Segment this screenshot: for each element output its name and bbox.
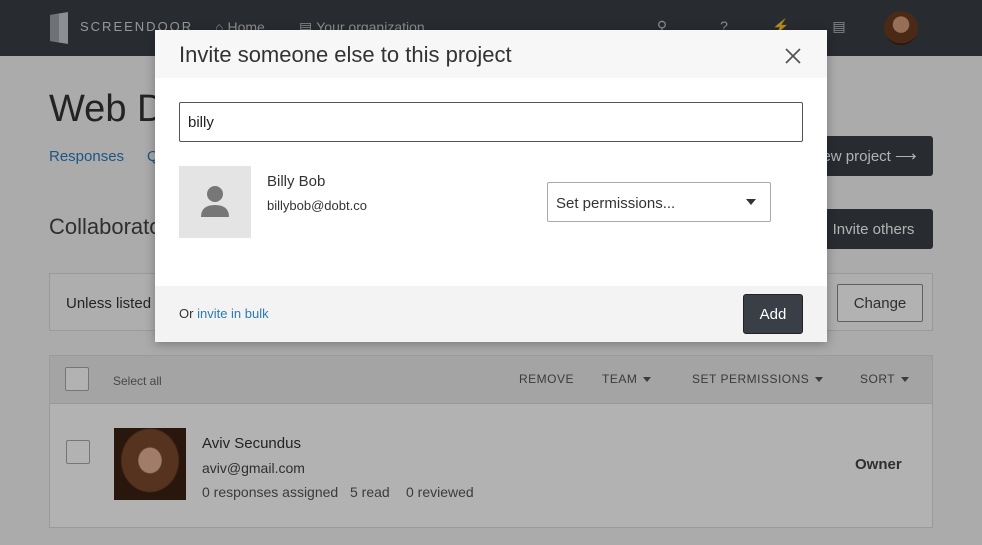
invite-in-bulk-link[interactable]: invite in bulk <box>197 306 269 321</box>
invite-modal: Invite someone else to this project Bill… <box>155 30 827 342</box>
person-icon <box>201 186 229 217</box>
result-email: billybob@dobt.co <box>267 198 367 213</box>
invite-search-input[interactable] <box>179 102 803 142</box>
close-icon[interactable] <box>779 42 807 70</box>
modal-title: Invite someone else to this project <box>179 42 512 67</box>
modal-footer: Or invite in bulk Add <box>155 286 827 342</box>
result-name: Billy Bob <box>267 173 326 190</box>
footer-or-label: Or <box>179 306 194 321</box>
result-avatar <box>179 166 251 238</box>
add-button[interactable]: Add <box>743 294 803 334</box>
permissions-select[interactable]: Set permissions... <box>547 182 771 222</box>
permissions-select-label: Set permissions... <box>556 195 676 212</box>
chevron-down-icon <box>746 199 756 205</box>
footer-text: Or invite in bulk <box>179 306 269 321</box>
modal-header: Invite someone else to this project <box>155 30 827 78</box>
